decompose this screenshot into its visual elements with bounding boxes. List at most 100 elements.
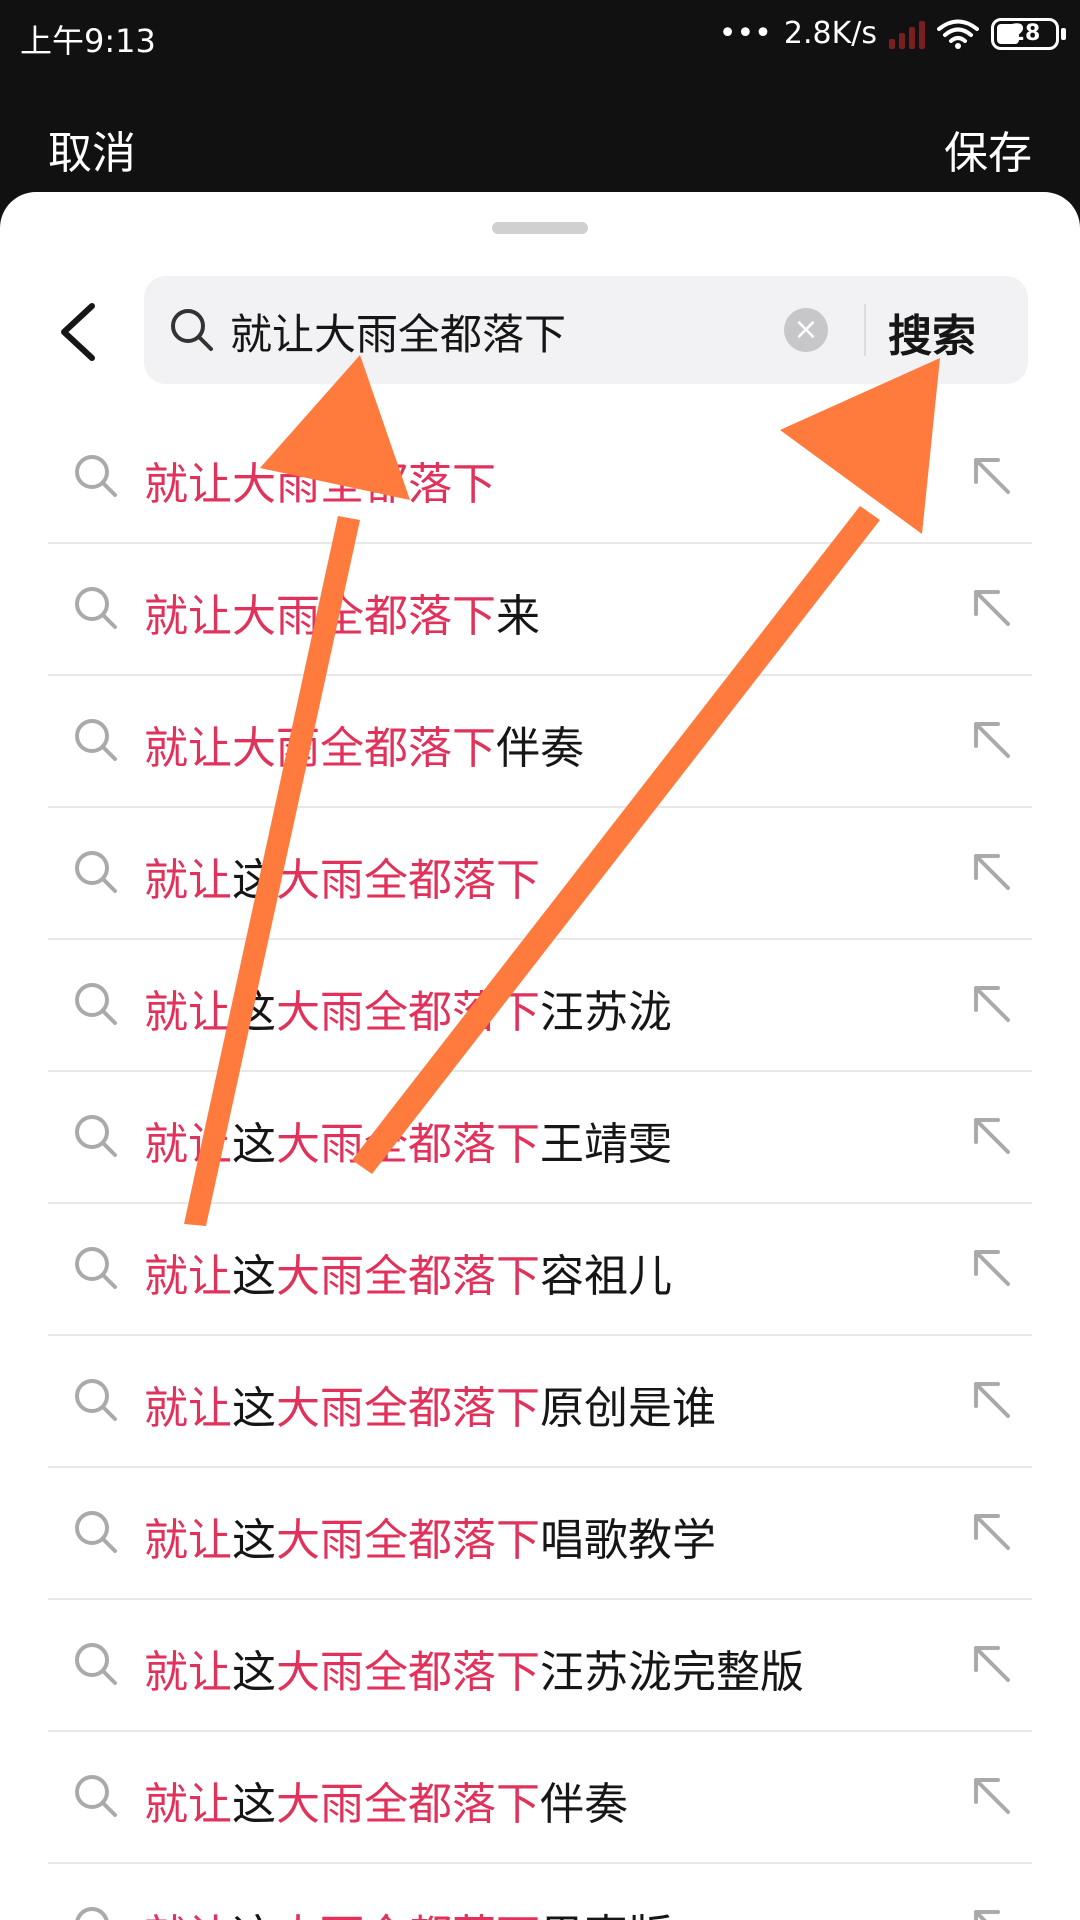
highlight-segment: 就让 [144, 1119, 232, 1170]
clear-icon[interactable]: × [784, 308, 828, 352]
cancel-button[interactable]: 取消 [48, 117, 136, 181]
suggestion-row[interactable]: 就让这大雨全都落下容祖儿 [48, 1204, 1032, 1336]
arrow-up-left-icon[interactable] [968, 848, 1016, 896]
suggestion-segment: 唱歌教学 [540, 1515, 716, 1566]
suggestion-text: 就让这大雨全都落下伴奏 [144, 1768, 628, 1832]
arrow-up-left-icon[interactable] [968, 1904, 1016, 1920]
arrow-up-left-icon[interactable] [968, 1244, 1016, 1292]
suggestion-segment: 来 [496, 591, 540, 642]
status-dots: ••• [718, 16, 772, 51]
highlight-segment: 就让大雨全都落下 [144, 591, 496, 642]
status-indicators: ••• 2.8K/s 28 [719, 16, 1066, 51]
highlight-segment: 大雨全都落下 [276, 1515, 540, 1566]
suggestion-segment: 汪苏泷完整版 [540, 1647, 804, 1698]
highlight-segment: 大雨全都落下 [276, 1383, 540, 1434]
suggestion-row[interactable]: 就让这大雨全都落下原创是谁 [48, 1336, 1032, 1468]
suggestion-segment: 这 [232, 1383, 276, 1434]
arrow-up-left-icon[interactable] [968, 584, 1016, 632]
suggestion-segment: 这 [232, 1119, 276, 1170]
suggestion-row[interactable]: 就让大雨全都落下来 [48, 544, 1032, 676]
highlight-segment: 大雨全都落下 [276, 1779, 540, 1830]
highlight-segment: 就让 [144, 1779, 232, 1830]
highlight-segment: 就让大雨全都落下 [144, 459, 496, 510]
search-box: × 搜索 [144, 276, 1028, 384]
search-icon [75, 1247, 117, 1289]
wifi-icon [937, 19, 979, 49]
arrow-up-left-icon[interactable] [968, 716, 1016, 764]
suggestion-segment: 这 [232, 1647, 276, 1698]
search-icon [75, 1511, 117, 1553]
highlight-segment: 就让 [144, 987, 232, 1038]
signal-icon [889, 19, 925, 49]
battery-cap [1061, 27, 1066, 40]
sheet-grabber[interactable] [492, 222, 588, 234]
suggestion-segment: 原创是谁 [540, 1383, 716, 1434]
suggestion-row[interactable]: 就让这大雨全都落下伴奏 [48, 1732, 1032, 1864]
suggestion-segment: 王靖雯 [540, 1119, 672, 1170]
highlight-segment: 大雨全都落下 [276, 855, 540, 906]
suggestion-row[interactable]: 就让这大雨全都落下唱歌教学 [48, 1468, 1032, 1600]
arrow-up-left-icon[interactable] [968, 1508, 1016, 1556]
suggestion-text: 就让这大雨全都落下男声版 [144, 1900, 672, 1920]
suggestion-segment: 这 [232, 855, 276, 906]
save-button[interactable]: 保存 [944, 117, 1032, 181]
search-icon [75, 1379, 117, 1421]
search-icon [75, 851, 117, 893]
search-button[interactable]: 搜索 [888, 300, 976, 364]
highlight-segment: 就让 [144, 1647, 232, 1698]
arrow-up-left-icon[interactable] [968, 980, 1016, 1028]
suggestion-row[interactable]: 就让这大雨全都落下汪苏泷 [48, 940, 1032, 1072]
suggestion-row[interactable]: 就让这大雨全都落下汪苏泷完整版 [48, 1600, 1032, 1732]
network-speed: 2.8K/s [783, 16, 877, 51]
search-icon [75, 1907, 109, 1920]
arrow-up-left-icon[interactable] [968, 1772, 1016, 1820]
search-icon [75, 455, 117, 497]
arrow-up-left-icon[interactable] [968, 452, 1016, 500]
highlight-segment: 大雨全都落下 [276, 1119, 540, 1170]
suggestion-text: 就让这大雨全都落下汪苏泷完整版 [144, 1636, 804, 1700]
arrow-up-left-icon[interactable] [968, 1640, 1016, 1688]
search-icon [75, 983, 117, 1025]
suggestion-text: 就让这大雨全都落下容祖儿 [144, 1240, 672, 1304]
chevron-left-icon[interactable] [48, 292, 108, 372]
search-icon [75, 587, 117, 629]
highlight-segment: 就让 [144, 1383, 232, 1434]
status-bar: 上午9:13 ••• 2.8K/s 28 [0, 0, 1080, 72]
highlight-segment: 就让 [144, 1515, 232, 1566]
top-action-bar: 取消 保存 [0, 95, 1080, 195]
highlight-segment: 大雨全都落下 [276, 1911, 540, 1920]
battery-level: 28 [1009, 21, 1041, 46]
highlight-segment: 大雨全都落下 [276, 1251, 540, 1302]
highlight-segment: 就让 [144, 855, 232, 906]
suggestion-segment: 这 [232, 1911, 276, 1920]
arrow-up-left-icon[interactable] [968, 1376, 1016, 1424]
suggestion-segment: 男声版 [540, 1911, 672, 1920]
suggestion-segment: 这 [232, 1251, 276, 1302]
suggestion-row[interactable]: 就让这大雨全都落下 [48, 808, 1032, 940]
search-divider [864, 304, 866, 356]
suggestion-segment: 这 [232, 1515, 276, 1566]
search-icon [75, 1115, 117, 1157]
highlight-segment: 就让 [144, 1251, 232, 1302]
suggestion-segment: 汪苏泷 [540, 987, 672, 1038]
arrow-up-left-icon[interactable] [968, 1112, 1016, 1160]
suggestion-text: 就让这大雨全都落下原创是谁 [144, 1372, 716, 1436]
suggestion-text: 就让这大雨全都落下汪苏泷 [144, 976, 672, 1040]
suggestion-row[interactable]: 就让大雨全都落下伴奏 [48, 676, 1032, 808]
suggestion-segment: 这 [232, 1779, 276, 1830]
suggestion-row[interactable]: 就让这大雨全都落下男声版 [48, 1864, 1032, 1920]
search-icon [171, 309, 213, 351]
suggestion-text: 就让这大雨全都落下 [144, 844, 540, 908]
suggestion-row[interactable]: 就让大雨全都落下 [48, 412, 1032, 544]
suggestion-segment: 伴奏 [496, 723, 584, 774]
suggestion-segment: 这 [232, 987, 276, 1038]
highlight-segment: 大雨全都落下 [276, 1647, 540, 1698]
suggestion-list: 就让大雨全都落下 就让大雨全都落下来 就让大雨全都落下伴奏 就让这大雨全都落下 就让这大… [48, 412, 1032, 1920]
suggestion-text: 就让大雨全都落下 [144, 448, 496, 512]
suggestion-row[interactable]: 就让这大雨全都落下王靖雯 [48, 1072, 1032, 1204]
status-time: 上午9:13 [20, 22, 156, 60]
suggestion-segment: 容祖儿 [540, 1251, 672, 1302]
suggestion-text: 就让这大雨全都落下王靖雯 [144, 1108, 672, 1172]
suggestion-text: 就让大雨全都落下来 [144, 580, 540, 644]
highlight-segment: 大雨全都落下 [276, 987, 540, 1038]
